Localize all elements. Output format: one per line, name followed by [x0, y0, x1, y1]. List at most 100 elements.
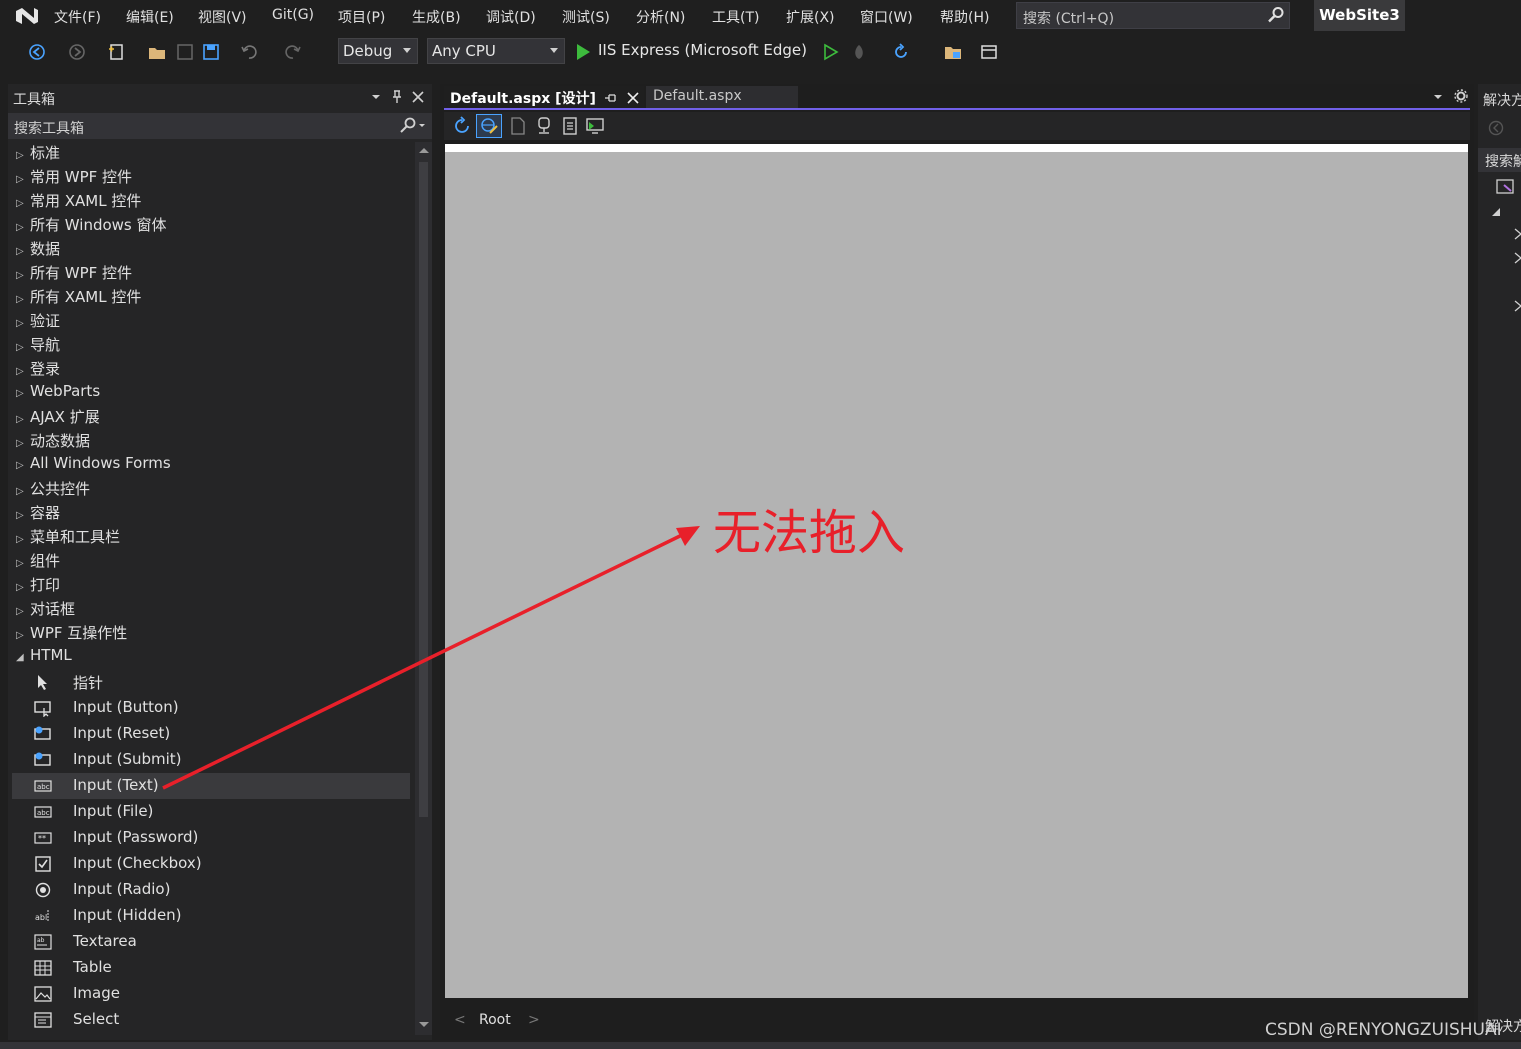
menu-item[interactable]: 文件(F): [54, 7, 101, 27]
toolbox-category[interactable]: ▷ 公共控件: [16, 478, 90, 502]
document-icon[interactable]: [510, 117, 526, 135]
expand-triangle-icon[interactable]: [1491, 207, 1501, 217]
toolbox-category[interactable]: ▷ 标准: [16, 142, 60, 166]
collapsed-arrow-icon[interactable]: [1514, 300, 1521, 312]
menu-item[interactable]: 测试(S): [562, 7, 610, 27]
toolbox-category[interactable]: ▷ 组件: [16, 550, 60, 574]
new-project-icon[interactable]: [108, 43, 126, 61]
visual-studio-logo-icon[interactable]: [14, 4, 40, 28]
expand-arrow-icon[interactable]: ▷: [16, 366, 30, 377]
menu-item[interactable]: 视图(V): [198, 7, 247, 27]
browser-preview-icon[interactable]: [586, 117, 606, 135]
expand-arrow-icon[interactable]: ▷: [16, 606, 30, 617]
dropdown-arrow-icon[interactable]: [370, 92, 382, 102]
collapsed-arrow-icon[interactable]: [1514, 228, 1521, 240]
expand-arrow-icon[interactable]: ▷: [16, 414, 30, 425]
close-tab-icon[interactable]: [627, 92, 639, 104]
toolbox-category[interactable]: ▷ WebParts: [16, 382, 100, 406]
expand-arrow-icon[interactable]: ▷: [16, 174, 30, 185]
configuration-dropdown[interactable]: Debug: [338, 38, 418, 64]
toolbox-category[interactable]: ▷ 常用 XAML 控件: [16, 190, 141, 214]
scroll-up-arrow-icon[interactable]: [418, 146, 430, 154]
menu-item[interactable]: 分析(N): [636, 7, 685, 27]
start-without-debugging-icon[interactable]: [822, 43, 840, 61]
navigate-back-icon[interactable]: [28, 43, 46, 61]
menu-item[interactable]: 帮助(H): [940, 7, 989, 27]
visual-aids-toggle[interactable]: [476, 114, 502, 138]
open-folder-icon[interactable]: [148, 43, 166, 61]
toolbox-item[interactable]: ab Textarea: [32, 929, 408, 955]
toolbox-category[interactable]: ▷ 动态数据: [16, 430, 90, 454]
toolbox-item[interactable]: ** Input (Password): [32, 825, 408, 851]
collapse-arrow-icon[interactable]: ◢: [16, 652, 30, 663]
server-control-icon[interactable]: [536, 117, 552, 135]
menu-item[interactable]: 工具(T): [712, 7, 759, 27]
design-surface[interactable]: [445, 144, 1468, 998]
menu-item[interactable]: 编辑(E): [126, 7, 174, 27]
expand-arrow-icon[interactable]: ▷: [16, 582, 30, 593]
save-icon[interactable]: [176, 43, 194, 61]
toolbox-category[interactable]: ▷ 对话框: [16, 598, 75, 622]
expand-arrow-icon[interactable]: ▷: [16, 246, 30, 257]
tab-default-aspx[interactable]: Default.aspx: [646, 86, 798, 108]
search-icon[interactable]: [399, 117, 425, 133]
toolbox-category[interactable]: ▷ 登录: [16, 358, 60, 382]
toolbox-scrollbar-thumb[interactable]: [419, 162, 428, 817]
toolbox-category[interactable]: ▷ 数据: [16, 238, 60, 262]
expand-arrow-icon[interactable]: ▷: [16, 198, 30, 209]
redo-icon[interactable]: [284, 43, 302, 61]
toolbox-item[interactable]: Input (Checkbox): [32, 851, 408, 877]
toolbox-category[interactable]: ▷ AJAX 扩展: [16, 406, 100, 430]
properties-page-icon[interactable]: [562, 117, 578, 135]
menu-item[interactable]: 调试(D): [486, 7, 536, 27]
solution-explorer-icon[interactable]: [944, 43, 962, 61]
expand-arrow-icon[interactable]: ▷: [16, 270, 30, 281]
toolbox-category-html[interactable]: ◢ HTML: [16, 646, 72, 670]
menu-item[interactable]: Git(G): [272, 7, 314, 23]
refresh-icon[interactable]: [452, 116, 472, 136]
hot-reload-icon[interactable]: [850, 43, 868, 61]
toolbox-category[interactable]: ▷ 容器: [16, 502, 60, 526]
gear-icon[interactable]: [1454, 89, 1468, 103]
toolbox-item[interactable]: abc Input (Text): [12, 773, 410, 799]
toolbox-category[interactable]: ▷ 所有 Windows 窗体: [16, 214, 167, 238]
breadcrumb-root[interactable]: Root: [479, 1012, 511, 1028]
expand-arrow-icon[interactable]: ▷: [16, 388, 30, 399]
menu-item[interactable]: 窗口(W): [860, 7, 913, 27]
menu-item[interactable]: 扩展(X): [786, 7, 835, 27]
run-target-label[interactable]: IIS Express (Microsoft Edge): [598, 41, 807, 59]
expand-arrow-icon[interactable]: ▷: [16, 294, 30, 305]
toolbox-category[interactable]: ▷ 常用 WPF 控件: [16, 166, 132, 190]
expand-arrow-icon[interactable]: ▷: [16, 318, 30, 329]
expand-arrow-icon[interactable]: ▷: [16, 438, 30, 449]
tab-default-aspx-design[interactable]: Default.aspx [设计]: [444, 86, 644, 108]
pin-icon[interactable]: [604, 92, 616, 104]
toolbox-category[interactable]: ▷ 所有 WPF 控件: [16, 262, 132, 286]
expand-arrow-icon[interactable]: ▷: [16, 510, 30, 521]
toolbox-category[interactable]: ▷ 验证: [16, 310, 60, 334]
expand-arrow-icon[interactable]: ▷: [16, 630, 30, 641]
scroll-down-arrow-icon[interactable]: [418, 1021, 430, 1029]
expand-arrow-icon[interactable]: ▷: [16, 534, 30, 545]
refresh-icon[interactable]: [892, 43, 910, 61]
menu-item[interactable]: 项目(P): [338, 7, 385, 27]
expand-arrow-icon[interactable]: ▷: [16, 150, 30, 161]
toolbox-item[interactable]: Image: [32, 981, 408, 1007]
tab-overflow-dropdown-icon[interactable]: [1432, 92, 1444, 102]
quick-search-input[interactable]: 搜索 (Ctrl+Q): [1016, 2, 1290, 29]
toolbox-item[interactable]: Input (Submit): [32, 747, 408, 773]
expand-arrow-icon[interactable]: ▷: [16, 342, 30, 353]
toolbox-item[interactable]: Select: [32, 1007, 408, 1033]
undo-icon[interactable]: [240, 43, 258, 61]
window-layout-icon[interactable]: [980, 43, 998, 61]
toolbox-item[interactable]: Table: [32, 955, 408, 981]
save-all-icon[interactable]: [202, 43, 220, 61]
close-icon[interactable]: [412, 91, 424, 103]
expand-arrow-icon[interactable]: ▷: [16, 222, 30, 233]
menu-item[interactable]: 生成(B): [412, 7, 461, 27]
breadcrumb-prev-icon[interactable]: <: [454, 1012, 466, 1028]
toolbox-category[interactable]: ▷ 导航: [16, 334, 60, 358]
toolbox-item[interactable]: 指针: [32, 669, 408, 695]
pin-icon[interactable]: [391, 90, 403, 104]
toolbox-category[interactable]: ▷ 菜单和工具栏: [16, 526, 120, 550]
